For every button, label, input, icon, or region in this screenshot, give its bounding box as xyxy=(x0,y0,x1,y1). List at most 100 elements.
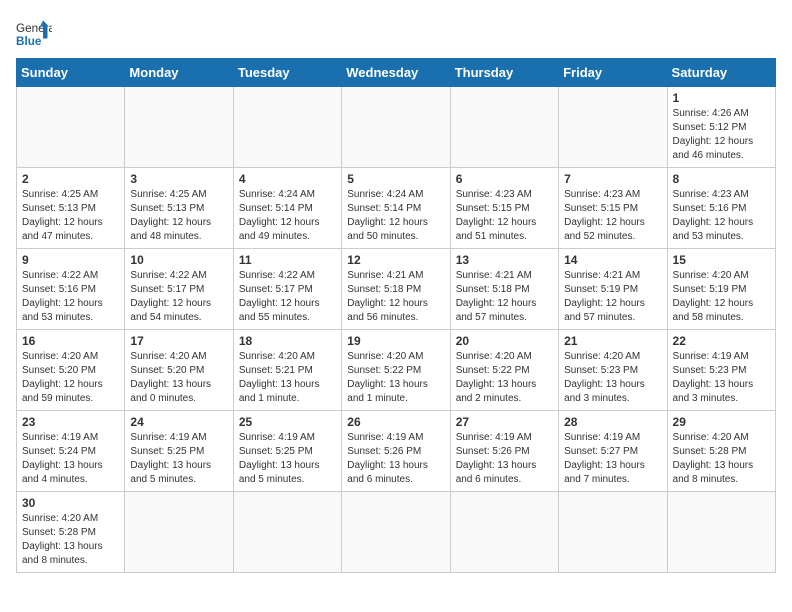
day-number: 7 xyxy=(564,172,661,186)
day-number: 11 xyxy=(239,253,336,267)
day-number: 13 xyxy=(456,253,553,267)
day-info: Sunrise: 4:19 AM Sunset: 5:25 PM Dayligh… xyxy=(239,431,336,487)
day-cell: 27 Sunrise: 4:19 AM Sunset: 5:26 PM Dayli… xyxy=(450,411,558,492)
day-cell: 15 Sunrise: 4:20 AM Sunset: 5:19 PM Dayli… xyxy=(667,249,775,330)
header: General Blue xyxy=(16,16,776,52)
svg-text:Blue: Blue xyxy=(16,35,42,48)
weekday-header-friday: Friday xyxy=(559,59,667,87)
day-cell xyxy=(233,492,341,573)
day-number: 20 xyxy=(456,334,553,348)
day-cell: 21Sunrise: 4:20 AM Sunset: 5:23 PM Dayli… xyxy=(559,330,667,411)
day-info: Sunrise: 4:25 AM Sunset: 5:13 PM Dayligh… xyxy=(130,188,227,244)
day-number: 3 xyxy=(130,172,227,186)
day-info: Sunrise: 4:19 AM Sunset: 5:25 PM Dayligh… xyxy=(130,431,227,487)
day-cell xyxy=(125,492,233,573)
day-info: Sunrise: 4:20 AM Sunset: 5:21 PM Dayligh… xyxy=(239,350,336,406)
day-cell: 19 Sunrise: 4:20 AM Sunset: 5:22 PM Dayli… xyxy=(342,330,450,411)
week-row-4: 23Sunrise: 4:19 AM Sunset: 5:24 PM Dayli… xyxy=(17,411,776,492)
day-info: Sunrise: 4:25 AM Sunset: 5:13 PM Dayligh… xyxy=(22,188,119,244)
day-cell: 17Sunrise: 4:20 AM Sunset: 5:20 PM Dayli… xyxy=(125,330,233,411)
day-cell: 23Sunrise: 4:19 AM Sunset: 5:24 PM Dayli… xyxy=(17,411,125,492)
day-info: Sunrise: 4:19 AM Sunset: 5:26 PM Dayligh… xyxy=(456,431,553,487)
day-cell xyxy=(667,492,775,573)
week-row-5: 30 Sunrise: 4:20 AM Sunset: 5:28 PM Dayli… xyxy=(17,492,776,573)
day-number: 24 xyxy=(130,415,227,429)
day-number: 14 xyxy=(564,253,661,267)
day-info: Sunrise: 4:24 AM Sunset: 5:14 PM Dayligh… xyxy=(239,188,336,244)
day-info: Sunrise: 4:19 AM Sunset: 5:26 PM Dayligh… xyxy=(347,431,444,487)
day-info: Sunrise: 4:21 AM Sunset: 5:18 PM Dayligh… xyxy=(347,269,444,325)
day-number: 2 xyxy=(22,172,119,186)
day-info: Sunrise: 4:20 AM Sunset: 5:20 PM Dayligh… xyxy=(22,350,119,406)
weekday-header-monday: Monday xyxy=(125,59,233,87)
logo: General Blue xyxy=(16,16,52,52)
day-cell xyxy=(559,492,667,573)
day-number: 25 xyxy=(239,415,336,429)
day-info: Sunrise: 4:23 AM Sunset: 5:15 PM Dayligh… xyxy=(456,188,553,244)
day-number: 15 xyxy=(673,253,770,267)
logo-icon: General Blue xyxy=(16,16,52,52)
day-cell xyxy=(450,492,558,573)
weekday-header-sunday: Sunday xyxy=(17,59,125,87)
day-cell: 24 Sunrise: 4:19 AM Sunset: 5:25 PM Dayli… xyxy=(125,411,233,492)
day-number: 4 xyxy=(239,172,336,186)
day-cell: 18Sunrise: 4:20 AM Sunset: 5:21 PM Dayli… xyxy=(233,330,341,411)
day-cell: 4 Sunrise: 4:24 AM Sunset: 5:14 PM Daylig… xyxy=(233,168,341,249)
weekday-header-thursday: Thursday xyxy=(450,59,558,87)
day-cell xyxy=(450,87,558,168)
day-info: Sunrise: 4:20 AM Sunset: 5:19 PM Dayligh… xyxy=(673,269,770,325)
day-info: Sunrise: 4:19 AM Sunset: 5:24 PM Dayligh… xyxy=(22,431,119,487)
day-cell: 8Sunrise: 4:23 AM Sunset: 5:16 PM Daylig… xyxy=(667,168,775,249)
weekday-header-tuesday: Tuesday xyxy=(233,59,341,87)
day-info: Sunrise: 4:20 AM Sunset: 5:22 PM Dayligh… xyxy=(347,350,444,406)
week-row-2: 9Sunrise: 4:22 AM Sunset: 5:16 PM Daylig… xyxy=(17,249,776,330)
day-cell: 28 Sunrise: 4:19 AM Sunset: 5:27 PM Dayli… xyxy=(559,411,667,492)
day-cell: 7 Sunrise: 4:23 AM Sunset: 5:15 PM Daylig… xyxy=(559,168,667,249)
day-info: Sunrise: 4:20 AM Sunset: 5:28 PM Dayligh… xyxy=(673,431,770,487)
day-cell xyxy=(342,492,450,573)
day-cell: 29 Sunrise: 4:20 AM Sunset: 5:28 PM Dayli… xyxy=(667,411,775,492)
week-row-0: 1 Sunrise: 4:26 AM Sunset: 5:12 PM Daylig… xyxy=(17,87,776,168)
day-info: Sunrise: 4:26 AM Sunset: 5:12 PM Dayligh… xyxy=(673,107,770,163)
day-number: 30 xyxy=(22,496,119,510)
day-info: Sunrise: 4:19 AM Sunset: 5:27 PM Dayligh… xyxy=(564,431,661,487)
weekday-header-saturday: Saturday xyxy=(667,59,775,87)
day-cell xyxy=(342,87,450,168)
day-number: 21 xyxy=(564,334,661,348)
day-info: Sunrise: 4:20 AM Sunset: 5:20 PM Dayligh… xyxy=(130,350,227,406)
day-number: 27 xyxy=(456,415,553,429)
day-info: Sunrise: 4:22 AM Sunset: 5:17 PM Dayligh… xyxy=(130,269,227,325)
day-info: Sunrise: 4:20 AM Sunset: 5:22 PM Dayligh… xyxy=(456,350,553,406)
day-number: 26 xyxy=(347,415,444,429)
day-cell: 13 Sunrise: 4:21 AM Sunset: 5:18 PM Dayli… xyxy=(450,249,558,330)
day-number: 22 xyxy=(673,334,770,348)
day-info: Sunrise: 4:21 AM Sunset: 5:18 PM Dayligh… xyxy=(456,269,553,325)
day-info: Sunrise: 4:23 AM Sunset: 5:15 PM Dayligh… xyxy=(564,188,661,244)
day-cell: 6 Sunrise: 4:23 AM Sunset: 5:15 PM Daylig… xyxy=(450,168,558,249)
day-number: 28 xyxy=(564,415,661,429)
day-number: 16 xyxy=(22,334,119,348)
day-info: Sunrise: 4:19 AM Sunset: 5:23 PM Dayligh… xyxy=(673,350,770,406)
day-cell: 30 Sunrise: 4:20 AM Sunset: 5:28 PM Dayli… xyxy=(17,492,125,573)
day-info: Sunrise: 4:20 AM Sunset: 5:28 PM Dayligh… xyxy=(22,512,119,568)
day-cell: 1 Sunrise: 4:26 AM Sunset: 5:12 PM Daylig… xyxy=(667,87,775,168)
day-cell xyxy=(17,87,125,168)
day-number: 1 xyxy=(673,91,770,105)
day-number: 19 xyxy=(347,334,444,348)
day-cell: 10Sunrise: 4:22 AM Sunset: 5:17 PM Dayli… xyxy=(125,249,233,330)
week-row-1: 2 Sunrise: 4:25 AM Sunset: 5:13 PM Daylig… xyxy=(17,168,776,249)
day-number: 6 xyxy=(456,172,553,186)
day-cell: 16 Sunrise: 4:20 AM Sunset: 5:20 PM Dayli… xyxy=(17,330,125,411)
day-cell: 12Sunrise: 4:21 AM Sunset: 5:18 PM Dayli… xyxy=(342,249,450,330)
weekday-header-row: SundayMondayTuesdayWednesdayThursdayFrid… xyxy=(17,59,776,87)
day-number: 29 xyxy=(673,415,770,429)
day-info: Sunrise: 4:22 AM Sunset: 5:17 PM Dayligh… xyxy=(239,269,336,325)
day-cell xyxy=(125,87,233,168)
day-info: Sunrise: 4:21 AM Sunset: 5:19 PM Dayligh… xyxy=(564,269,661,325)
day-cell xyxy=(559,87,667,168)
day-cell: 3 Sunrise: 4:25 AM Sunset: 5:13 PM Daylig… xyxy=(125,168,233,249)
day-cell: 2 Sunrise: 4:25 AM Sunset: 5:13 PM Daylig… xyxy=(17,168,125,249)
day-cell: 25 Sunrise: 4:19 AM Sunset: 5:25 PM Dayli… xyxy=(233,411,341,492)
day-number: 8 xyxy=(673,172,770,186)
day-cell: 11 Sunrise: 4:22 AM Sunset: 5:17 PM Dayli… xyxy=(233,249,341,330)
